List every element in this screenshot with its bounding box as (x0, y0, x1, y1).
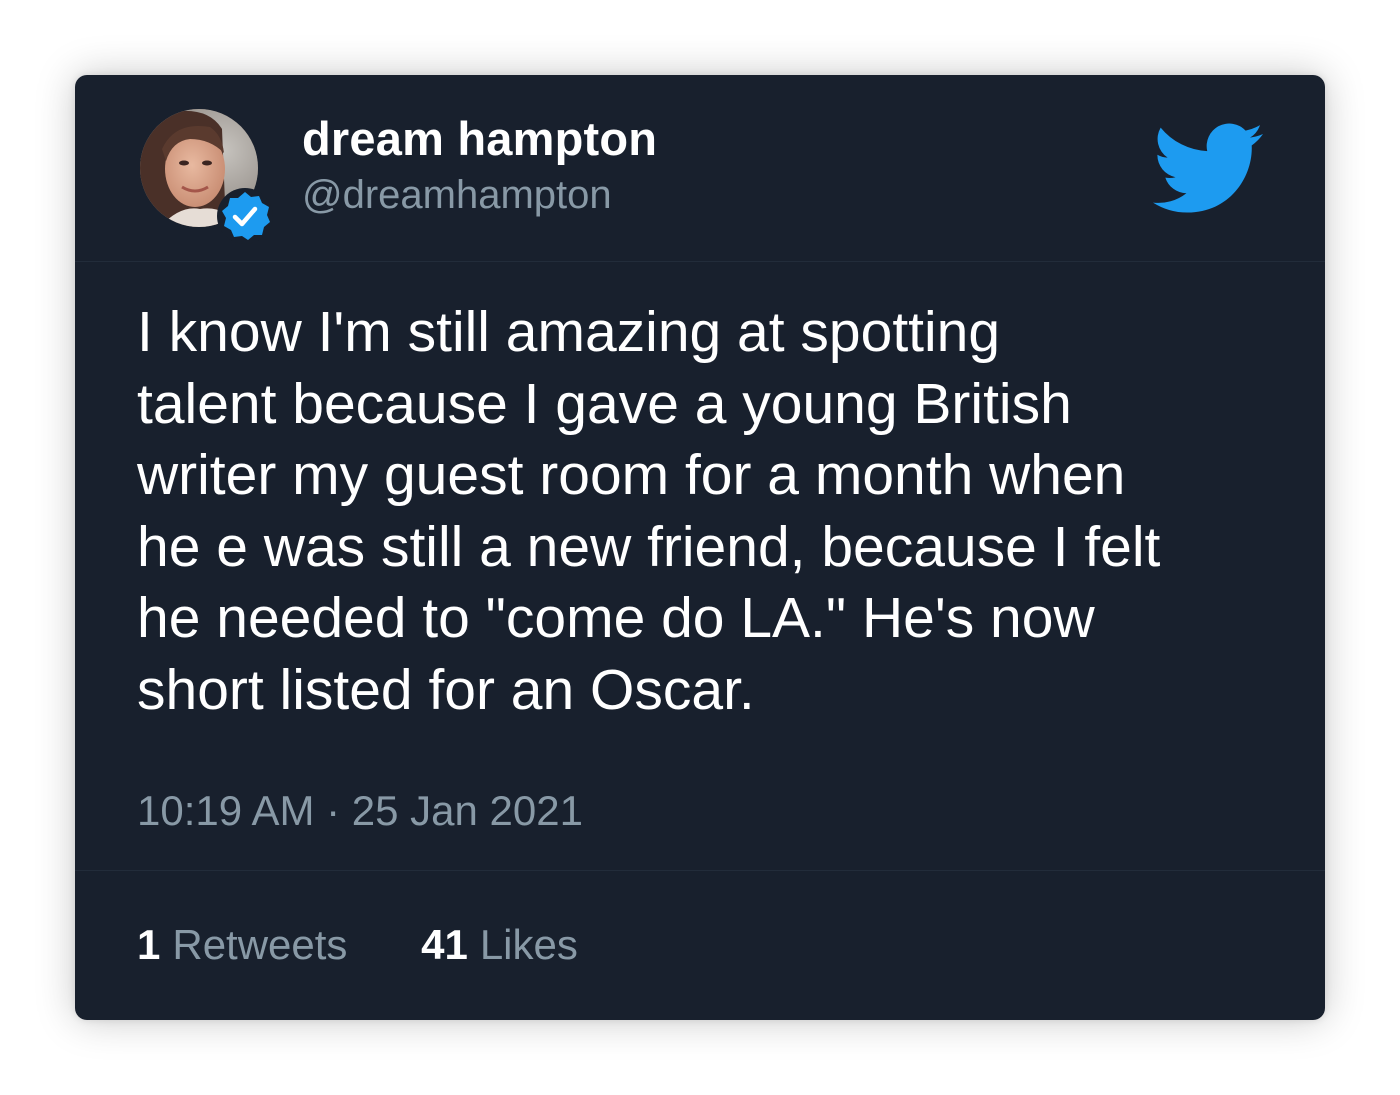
twitter-bird-icon[interactable] (1153, 123, 1263, 215)
author-handle[interactable]: @dreamhampton (302, 173, 612, 218)
page: dream hampton @dreamhampton I know I'm s… (0, 0, 1400, 1095)
tweet-timestamp[interactable]: 10:19 AM · 25 Jan 2021 (137, 787, 583, 835)
tweet-text: I know I'm still amazing at spotting tal… (137, 297, 1277, 726)
tweet-text-line: writer my guest room for a month when (137, 443, 1126, 507)
likes-count: 41 (421, 921, 468, 968)
verified-badge-icon (217, 188, 273, 244)
retweets-stat[interactable]: 1 Retweets (137, 921, 347, 969)
tweet-stats: 1 Retweets 41 Likes (137, 921, 640, 969)
tweet-text-line: he needed to "come do LA." He's now (137, 586, 1095, 650)
tweet-text-line: he e was still a new friend, because I f… (137, 514, 1161, 579)
avatar-container[interactable] (140, 109, 273, 244)
likes-stat[interactable]: 41 Likes (421, 921, 578, 969)
tweet-header: dream hampton @dreamhampton (75, 75, 1325, 262)
tweet-text-line: I know I'm still amazing at spotting (137, 300, 1001, 364)
retweets-label: Retweets (172, 921, 348, 968)
tweet-card[interactable]: dream hampton @dreamhampton I know I'm s… (75, 75, 1325, 1020)
retweets-count: 1 (137, 921, 161, 968)
tweet-text-line: talent because I gave a young British (137, 371, 1072, 436)
likes-label: Likes (479, 921, 578, 968)
tweet-text-line: short listed for an Oscar. (137, 657, 755, 722)
author-display-name[interactable]: dream hampton (302, 111, 657, 166)
divider (75, 870, 1325, 871)
